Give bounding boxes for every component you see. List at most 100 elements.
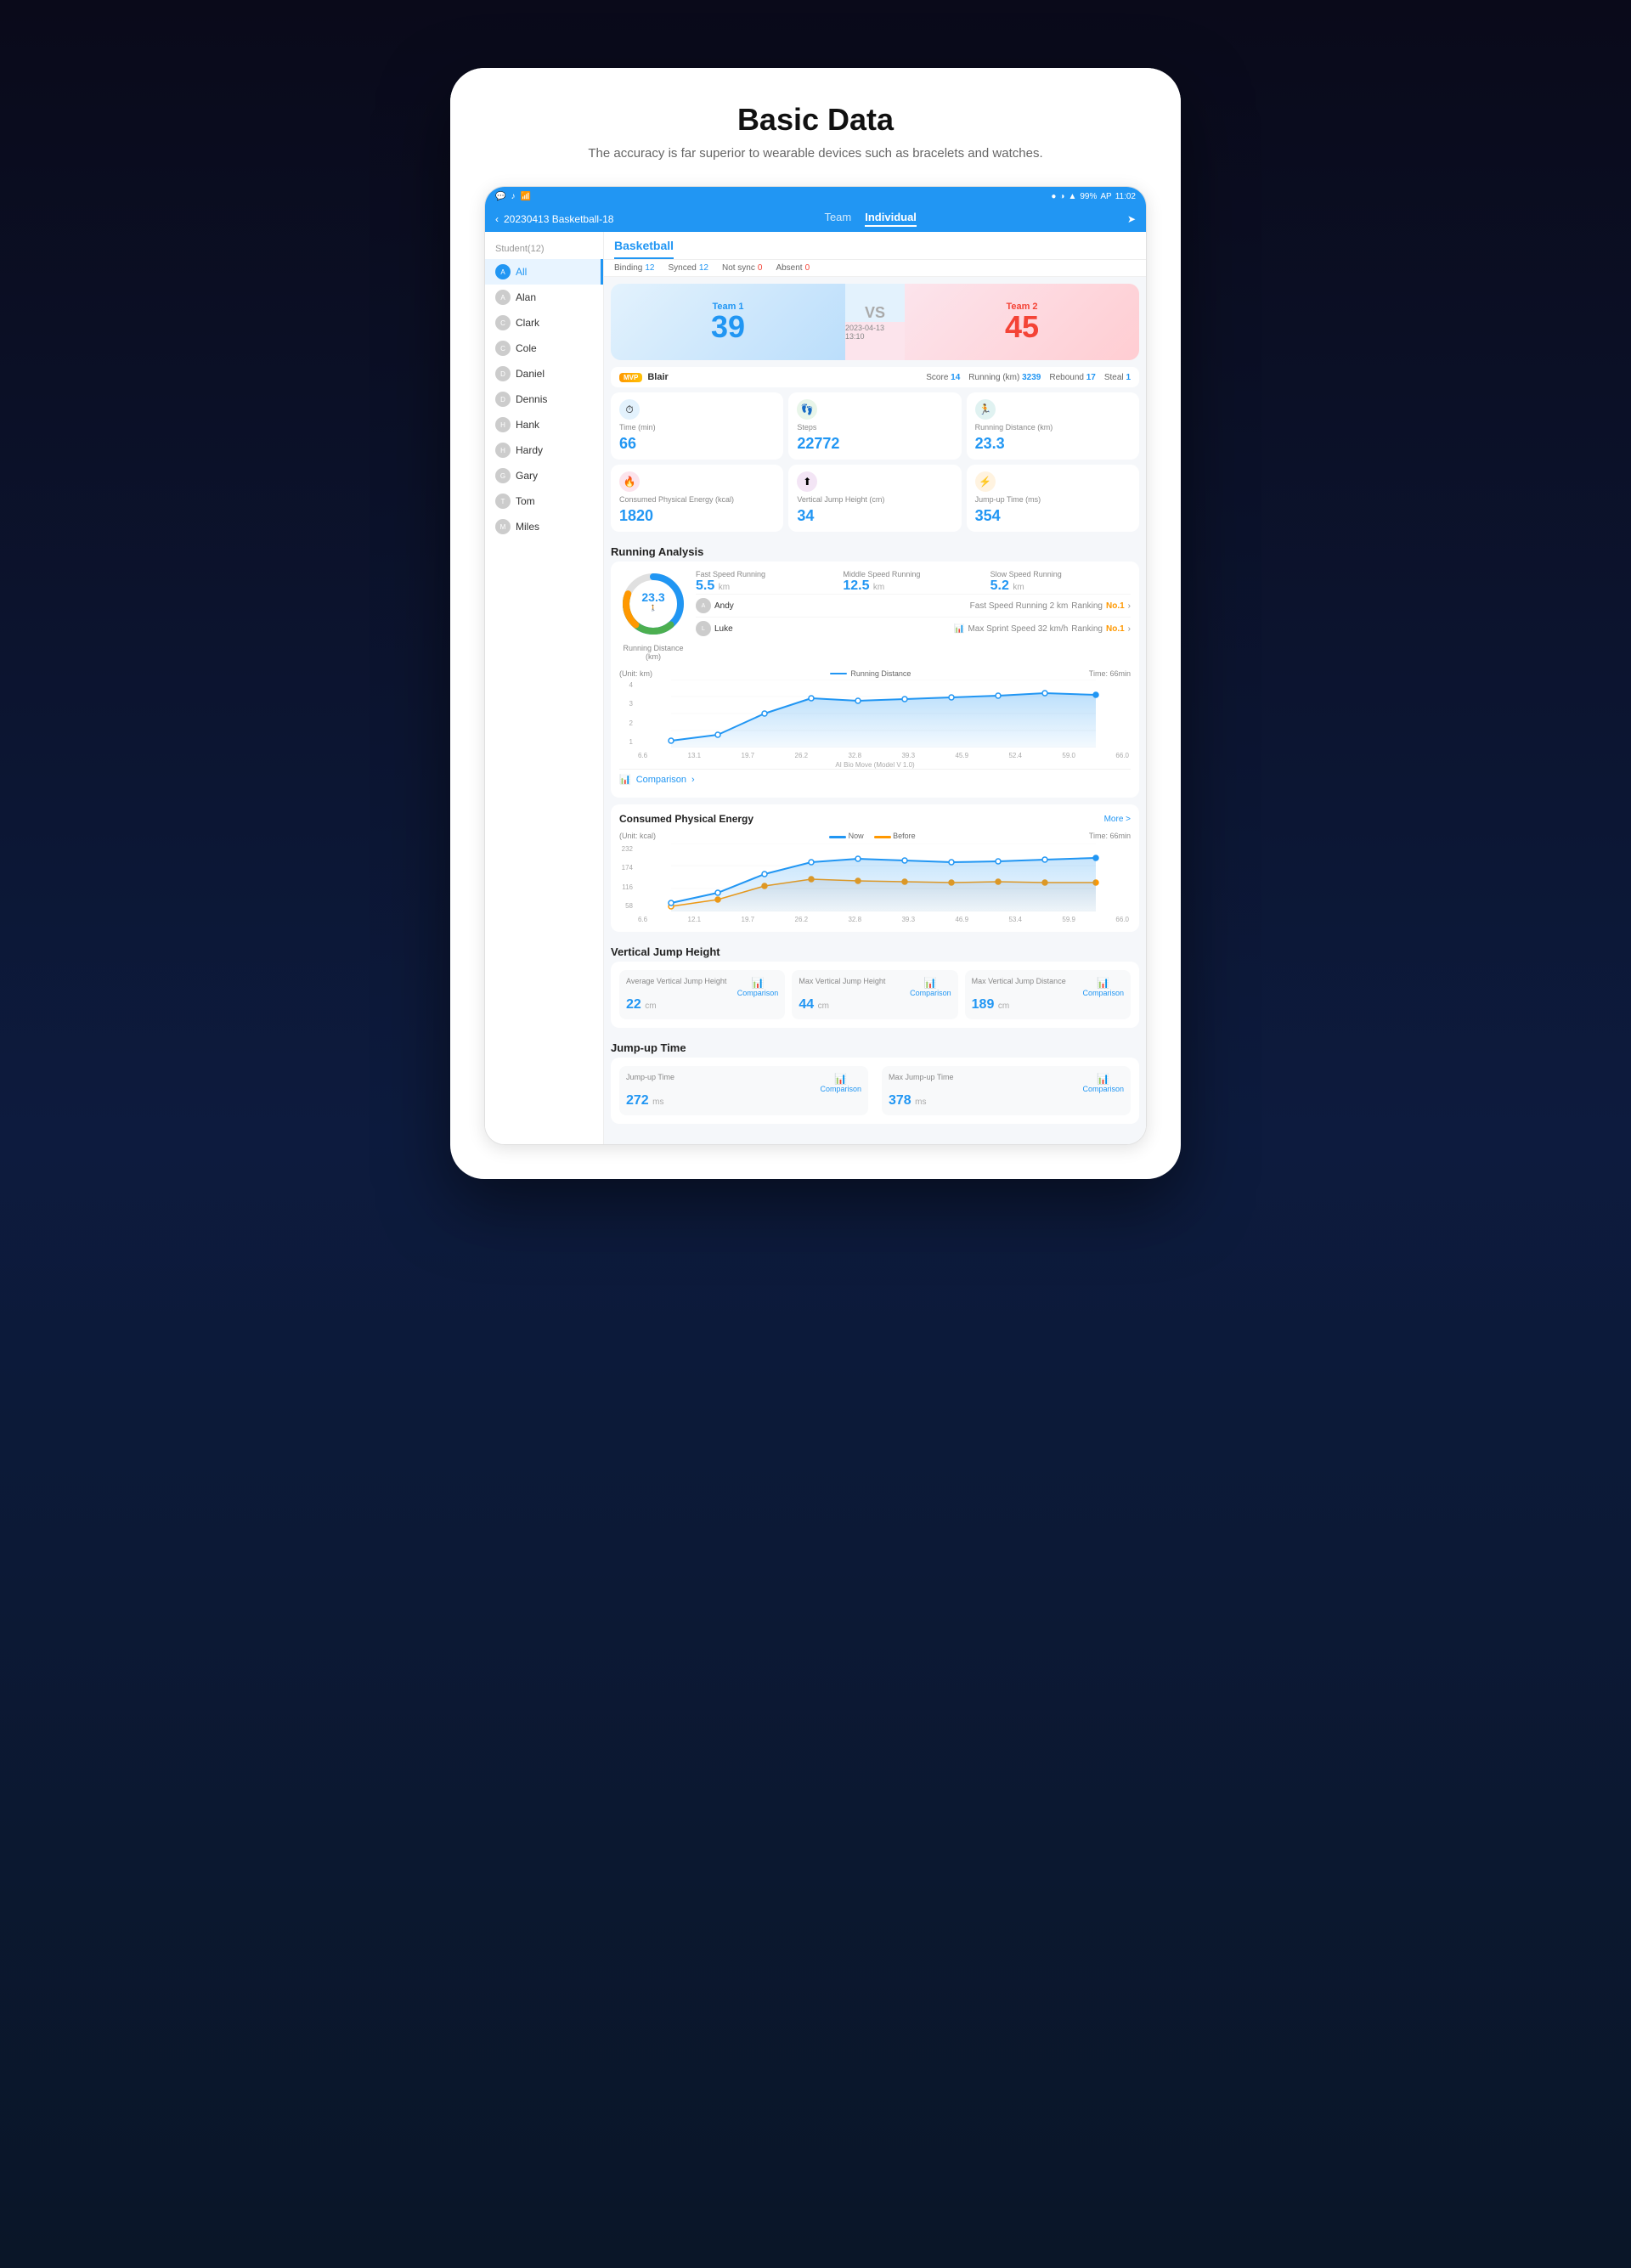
player-stat-andy: Fast Speed Running 2 km Ranking No.1 › (970, 601, 1131, 611)
energy-unit-label: (Unit: kcal) (619, 832, 656, 840)
ex-9: 66.0 (1115, 916, 1129, 923)
sidebar-item-hardy[interactable]: H Hardy (485, 437, 603, 463)
avg-comparison-label[interactable]: Comparison (737, 989, 779, 997)
stat-value-steps: 22772 (797, 435, 952, 453)
ex-7: 53.4 (1008, 916, 1022, 923)
max-jump-value: 44 (799, 997, 814, 1012)
jumptime-unit-1: ms (652, 1097, 663, 1107)
sidebar-item-miles[interactable]: M Miles (485, 514, 603, 539)
legend-line-blue: Now (829, 832, 864, 840)
jumptime-value-row-1: 272 ms (626, 1093, 861, 1109)
speed-stats: Fast Speed Running 5.5 km Middle Speed R… (696, 570, 1131, 661)
max-dist-value: 189 (972, 997, 995, 1012)
sidebar-label-clark: Clark (516, 317, 539, 329)
y-label-2: 2 (619, 719, 633, 727)
jumptime-comparison-label-2[interactable]: Comparison (1082, 1085, 1124, 1093)
stat-label-distance: Running Distance (km) (975, 423, 1131, 432)
stat-card-time: ⏱ Time (min) 66 (611, 392, 783, 460)
tab-team[interactable]: Team (824, 211, 851, 227)
slow-speed-value: 5.2 (990, 578, 1009, 593)
player-stat-luke: 📊 Max Sprint Speed 32 km/h Ranking No.1 … (954, 624, 1131, 634)
ey-label-174: 174 (619, 864, 633, 872)
max-dist-value-row: 189 cm (972, 997, 1124, 1013)
synced-label: Synced (668, 263, 696, 273)
back-icon[interactable]: ‹ (495, 213, 499, 225)
ey-label-232: 232 (619, 845, 633, 853)
avatar-gary: G (495, 468, 511, 483)
energy-chart-header: (Unit: kcal) Now Before Time: 66min (619, 832, 1131, 840)
max-jump-dist-card: Max Vertical Jump Distance 📊 Comparison … (965, 970, 1131, 1019)
energy-icon: 🔥 (619, 471, 640, 492)
binding-item-absent: Absent 0 (776, 263, 810, 273)
mvp-row: MVP Blair Score 14 Running (km) 3239 Reb… (611, 367, 1139, 387)
jump-height-icon: ⬆ (797, 471, 817, 492)
sidebar-label-gary: Gary (516, 470, 538, 482)
stat-label-steps: Steps (797, 423, 952, 432)
music-icon: ♪ (511, 192, 515, 201)
energy-section: Consumed Physical Energy More > (Unit: k… (611, 804, 1139, 932)
luke-chevron-icon[interactable]: › (1128, 624, 1131, 634)
max-jump-unit: cm (818, 1001, 829, 1011)
energy-y-labels: 232 174 116 58 (619, 843, 633, 911)
team2-section: Team 2 45 (905, 284, 1139, 360)
comparison-label: Comparison (636, 775, 686, 785)
binding-item-synced: Synced 12 (668, 263, 708, 273)
andy-chevron-icon[interactable]: › (1128, 601, 1131, 611)
binding-label: Binding (614, 263, 642, 273)
sidebar-item-daniel[interactable]: D Daniel (485, 361, 603, 386)
player-row-luke: L Luke 📊 Max Sprint Speed 32 km/h Rankin… (696, 617, 1131, 640)
mvp-rebound-label: Rebound 17 (1049, 373, 1096, 382)
stat-label-jump-time: Jump-up Time (ms) (975, 495, 1131, 504)
page-title: Basic Data (467, 102, 1164, 138)
share-icon[interactable]: ➤ (1127, 213, 1136, 225)
ex-8: 59.9 (1062, 916, 1075, 923)
stat-value-jump-time: 354 (975, 507, 1131, 525)
stat-label-energy: Consumed Physical Energy (kcal) (619, 495, 775, 504)
max-dist-label: Max Vertical Jump Distance (972, 977, 1066, 985)
sidebar-item-alan[interactable]: A Alan (485, 285, 603, 310)
donut-chart: 23.3 🚶 (619, 570, 687, 638)
chart-header: (Unit: km) Running Distance Time: 66min (619, 669, 1131, 678)
andy-stat: Fast Speed Running 2 km (970, 601, 1069, 611)
sidebar-item-hank[interactable]: H Hank (485, 412, 603, 437)
jumptime-bar-icon-1: 📊 (834, 1073, 847, 1085)
max-comparison-label[interactable]: Comparison (910, 989, 951, 997)
sidebar-item-clark[interactable]: C Clark (485, 310, 603, 336)
energy-x-labels: 6.6 12.1 19.7 26.2 32.8 39.3 46.9 53.4 5… (636, 916, 1131, 923)
sidebar: Student(12) A All A Alan C Clark C Cole (485, 232, 604, 1144)
avg-jump-card: Average Vertical Jump Height 📊 Compariso… (619, 970, 785, 1019)
jumptime-comparison-label-1[interactable]: Comparison (820, 1085, 861, 1093)
ex-1: 12.1 (688, 916, 702, 923)
sidebar-item-tom[interactable]: T Tom (485, 488, 603, 514)
phone-mockup: 💬 ♪ 📶 ● ◑ ▲ 99% AP 11:02 ‹ 20230413 Bask… (484, 186, 1147, 1145)
donut-unit: 🚶 (650, 604, 657, 612)
mvp-steal-label: Steal 1 (1104, 373, 1131, 382)
x-label-7: 52.4 (1008, 752, 1022, 759)
legend-dot-blue (829, 836, 846, 838)
slow-speed-label: Slow Speed Running (990, 570, 1131, 578)
comparison-row[interactable]: 📊 Comparison › (619, 769, 1131, 789)
donut-value: 23.3 (641, 590, 664, 604)
more-link[interactable]: More > (1104, 815, 1131, 824)
tab-individual[interactable]: Individual (865, 211, 917, 227)
signal-icon: ● (1051, 192, 1056, 201)
jumptime-cards: Jump-up Time 📊 Comparison 272 ms (619, 1066, 1131, 1115)
mvp-left: MVP Blair (619, 372, 669, 382)
nav-left[interactable]: ‹ 20230413 Basketball-18 (495, 213, 613, 225)
sidebar-item-dennis[interactable]: D Dennis (485, 386, 603, 412)
energy-header: Consumed Physical Energy More > (619, 813, 1131, 825)
sidebar-item-cole[interactable]: C Cole (485, 336, 603, 361)
avatar-alan: A (495, 290, 511, 305)
time-display: 11:02 (1115, 192, 1136, 201)
content-tab-basketball[interactable]: Basketball (614, 239, 674, 259)
dist-comparison-label[interactable]: Comparison (1082, 989, 1124, 997)
middle-speed-value-row: 12.5 km (843, 578, 983, 594)
avatar-miles: M (495, 519, 511, 534)
jumptime-comparison-2: 📊 Comparison (1082, 1073, 1124, 1093)
sidebar-item-all[interactable]: A All (485, 259, 603, 285)
avg-jump-header: Average Vertical Jump Height 📊 Compariso… (626, 977, 778, 997)
max-jump-comparison: 📊 Comparison (910, 977, 951, 997)
sidebar-item-gary[interactable]: G Gary (485, 463, 603, 488)
notsync-count: 0 (758, 263, 763, 273)
running-top: 23.3 🚶 Running Distance (km) Fast Speed … (619, 570, 1131, 661)
